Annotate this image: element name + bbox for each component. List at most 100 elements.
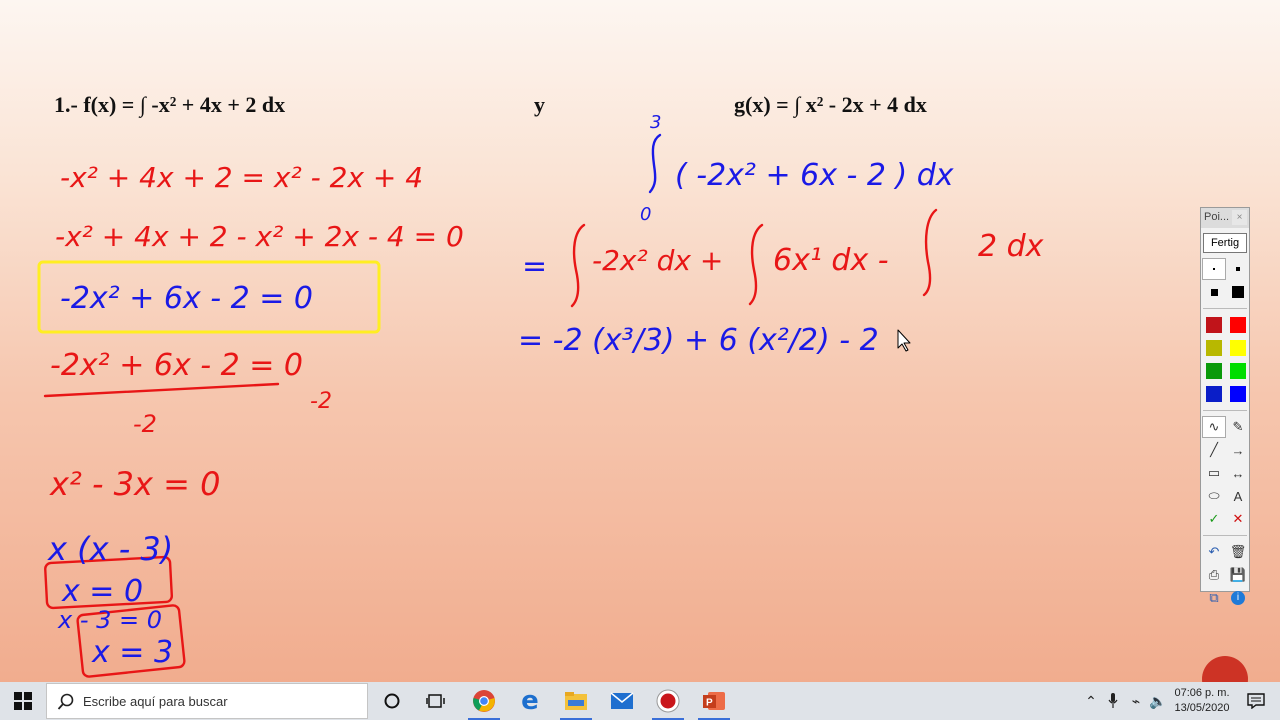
windows-taskbar: Escribe aquí para buscar e P ⌃ ⌁ 🔈 07:06… — [0, 682, 1280, 720]
ink-integral-lower: 0 — [640, 204, 651, 225]
task-view-button[interactable] — [414, 682, 458, 720]
ink-boxed-equation: -2x² + 6x - 2 = 0 — [60, 281, 313, 316]
ink-root1: x = 0 — [61, 574, 143, 609]
color-blue[interactable] — [1227, 384, 1249, 404]
trash-icon[interactable]: 🗑 — [1227, 542, 1249, 562]
color-yellow[interactable] — [1227, 338, 1249, 358]
search-icon — [57, 693, 74, 710]
toolbar-titlebar[interactable]: Poi... × — [1201, 208, 1249, 228]
color-olive[interactable] — [1203, 338, 1225, 358]
ink-line1: -x² + 4x + 2 = x² - 2x + 4 — [60, 161, 423, 194]
line-tool-icon[interactable]: ╱ — [1203, 440, 1225, 460]
toolbar-separator — [1203, 535, 1247, 536]
color-dark-green[interactable] — [1203, 361, 1225, 381]
mail-taskbar-button[interactable] — [600, 682, 644, 720]
text-tool-icon[interactable]: A — [1227, 486, 1249, 506]
ink-step2: = -2 (x³/3) + 6 (x²/2) - 2 — [518, 323, 879, 358]
volume-button[interactable]: 🔈 — [1148, 682, 1168, 720]
task-view-icon — [426, 694, 445, 708]
network-icon: ⌁ — [1131, 692, 1141, 709]
done-button[interactable]: Fertig — [1203, 233, 1247, 253]
mouse-cursor-icon — [897, 329, 911, 352]
file-explorer-taskbar-button[interactable] — [554, 682, 598, 720]
info-icon[interactable]: i — [1227, 588, 1249, 608]
file-explorer-icon — [565, 692, 587, 710]
check-tool-icon[interactable]: ✓ — [1203, 509, 1225, 529]
ink-annotations: -x² + 4x + 2 = x² - 2x + 4 -x² + 4x + 2 … — [37, 112, 1044, 678]
ink-divisor: -2 — [310, 389, 332, 414]
pen-size-large[interactable] — [1203, 282, 1225, 302]
windows-logo-icon — [14, 692, 32, 710]
ink-integral-upper: 3 — [650, 112, 661, 133]
eraser-tool-icon[interactable]: ✎ — [1227, 417, 1249, 437]
integral-sign-3 — [922, 208, 938, 297]
color-green[interactable] — [1227, 361, 1249, 381]
svg-text:P: P — [706, 698, 713, 709]
edge-taskbar-button[interactable]: e — [508, 682, 552, 720]
edge-icon: e — [521, 686, 539, 716]
pen-tool-icon[interactable]: ∿ — [1202, 416, 1226, 438]
ink-root2-pre: x - 3 = 0 — [57, 606, 162, 634]
arrow-tool-icon[interactable]: → — [1227, 440, 1249, 460]
taskbar-search-box[interactable]: Escribe aquí para buscar — [46, 683, 368, 719]
presentation-slide: 1.- f(x) = ∫ -x² + 4x + 2 dx y g(x) = ∫ … — [0, 0, 1280, 682]
notification-icon — [1247, 693, 1265, 709]
pen-toolbar: Poi... × Fertig ∿ ✎ ╱ → ▭ ↔ ⬭ A ✓ ✕ ↶ 🗑 … — [1200, 207, 1250, 605]
integral-sign — [648, 133, 662, 194]
chevron-up-icon: ⌃ — [1085, 692, 1097, 709]
cortana-icon — [384, 693, 400, 709]
ink-line5: x² - 3x = 0 — [49, 465, 220, 503]
ink-integral-body: ( -2x² + 6x - 2 ) dx — [675, 158, 954, 193]
print-icon[interactable]: ⎙ — [1203, 565, 1225, 585]
record-taskbar-button[interactable] — [646, 682, 690, 720]
ink-step1-a: -2x² dx + — [592, 244, 723, 277]
volume-icon: 🔈 — [1149, 692, 1167, 709]
copy-icon[interactable]: ⧉ — [1203, 588, 1225, 608]
color-red[interactable] — [1227, 315, 1249, 335]
microphone-button[interactable] — [1104, 682, 1122, 720]
ink-line2: -x² + 4x + 2 - x² + 2x - 4 = 0 — [55, 220, 464, 253]
chrome-taskbar-button[interactable] — [462, 682, 506, 720]
microphone-icon — [1108, 693, 1118, 708]
pen-size-xlarge[interactable] — [1227, 282, 1249, 302]
color-dark-blue[interactable] — [1203, 384, 1225, 404]
ellipse-tool-icon[interactable]: ⬭ — [1203, 486, 1225, 506]
clock-date: 13/05/2020 — [1174, 702, 1230, 714]
color-palette — [1201, 315, 1249, 404]
tool-grid: ∿ ✎ ╱ → ▭ ↔ ⬭ A ✓ ✕ — [1201, 416, 1249, 529]
ink-step1-b: 6x¹ dx - — [773, 243, 889, 278]
toolbar-separator — [1203, 308, 1247, 309]
ink-factored: x (x - 3) — [47, 530, 173, 568]
rectangle-tool-icon[interactable]: ▭ — [1203, 463, 1225, 483]
search-placeholder: Escribe aquí para buscar — [83, 694, 228, 709]
action-grid: ↶ 🗑 ⎙ 💾 ⧉ i — [1201, 542, 1249, 608]
ink-divisor2: -2 — [133, 410, 157, 438]
undo-icon[interactable]: ↶ — [1203, 542, 1225, 562]
network-button[interactable]: ⌁ — [1126, 682, 1146, 720]
color-dark-red[interactable] — [1203, 315, 1225, 335]
powerpoint-taskbar-button[interactable]: P — [692, 682, 736, 720]
pen-size-medium[interactable] — [1227, 259, 1249, 279]
double-arrow-tool-icon[interactable]: ↔ — [1227, 463, 1249, 483]
ink-step1-c: 2 dx — [978, 229, 1044, 264]
toolbar-close-button[interactable]: × — [1232, 210, 1247, 225]
ink-line4: -2x² + 6x - 2 = 0 — [50, 348, 303, 383]
taskbar-clock[interactable]: 07:06 p. m. 13/05/2020 — [1168, 686, 1236, 716]
cortana-button[interactable] — [370, 682, 414, 720]
clock-time: 07:06 p. m. — [1174, 687, 1230, 699]
pen-size-small[interactable] — [1202, 258, 1226, 280]
record-icon — [656, 689, 680, 713]
toolbar-separator — [1203, 410, 1247, 411]
powerpoint-icon: P — [703, 692, 725, 710]
ink-root2: x = 3 — [91, 635, 173, 670]
ink-step1-eq: = — [522, 249, 547, 284]
mail-icon — [610, 692, 634, 709]
start-button[interactable] — [0, 682, 46, 720]
ink-underline — [43, 382, 280, 398]
integral-sign-1 — [570, 223, 586, 308]
cross-tool-icon[interactable]: ✕ — [1227, 509, 1249, 529]
save-icon[interactable]: 💾 — [1227, 565, 1249, 585]
blue-ink-integral: 3 0 ( -2x² + 6x - 2 ) dx = = -2 (x³/3) +… — [518, 112, 954, 358]
notification-center-button[interactable] — [1244, 682, 1268, 720]
show-hidden-icons-button[interactable]: ⌃ — [1082, 682, 1100, 720]
